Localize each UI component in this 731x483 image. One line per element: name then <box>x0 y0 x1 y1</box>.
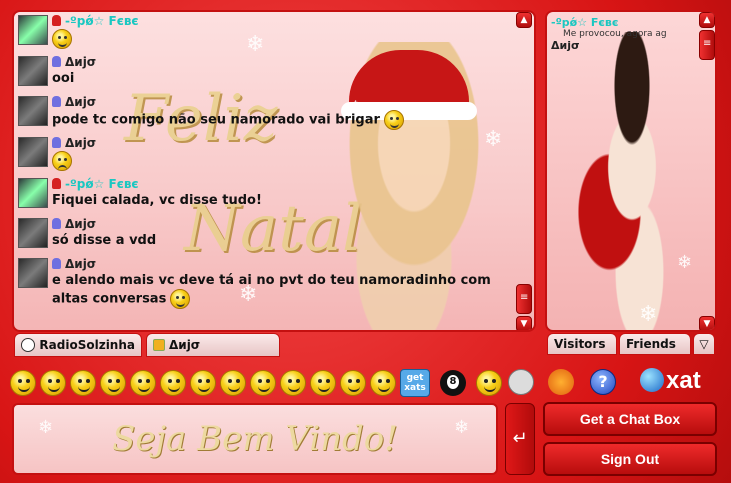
user-list-pane: ❄ ❄ -ºpǿ☆ Fєвє Me provocou, agora ag Δиj… <box>545 10 717 332</box>
help-icon[interactable]: ? <box>590 369 616 395</box>
smiley-icon[interactable] <box>190 370 216 396</box>
avatar[interactable] <box>18 218 48 248</box>
message-username: -ºpǿ☆ Fєвє <box>65 14 139 28</box>
tab-main-chat-label: RadioSolzinha <box>39 338 135 352</box>
user-status-text: Me provocou, agora ag <box>563 29 667 39</box>
message-item: Δиjσ só disse a vdd <box>16 217 516 251</box>
message-item: -ºpǿ☆ Fєвє <box>16 14 516 49</box>
user-status-icon <box>52 137 61 148</box>
avatar[interactable] <box>18 15 48 45</box>
snowflake-icon: ❄ <box>38 417 54 438</box>
get-chat-box-button[interactable]: Get a Chat Box <box>543 402 717 436</box>
user-status-icon <box>52 258 61 269</box>
avatar[interactable] <box>18 178 48 208</box>
avatar[interactable] <box>18 56 48 86</box>
avatar[interactable] <box>18 258 48 288</box>
smiley-icon[interactable] <box>310 370 336 396</box>
user-status-icon <box>52 218 61 229</box>
message-username: Δиjσ <box>65 257 97 271</box>
message-text: ooi <box>52 71 75 86</box>
send-button[interactable]: ↵ <box>505 403 535 475</box>
message-input[interactable]: ❄ ❄ Seja Bem Vindo! <box>12 403 498 475</box>
smiley-icon[interactable] <box>340 370 366 396</box>
message-item: Δиjσ ooi <box>16 55 516 89</box>
user-list-item[interactable]: Δиjσ <box>551 39 711 52</box>
user-status-icon <box>52 15 61 26</box>
welcome-banner-text: Seja Bem Vindo! <box>112 419 398 459</box>
user-name: -ºpǿ☆ Fєвє <box>551 16 619 29</box>
tab-friends[interactable]: Friends <box>619 333 691 355</box>
eight-ball-icon[interactable] <box>440 370 466 396</box>
chat-pane: Feliz Natal ❄ ❄ ❄ ❄ -ºpǿ☆ Fєвє Δиjσ ooi … <box>12 10 536 332</box>
message-item: Δиjσ e alendo mais vc deve tá ai no pvt … <box>16 257 516 309</box>
scrollbar-thumb[interactable] <box>516 284 532 314</box>
user-list-menu-button[interactable]: ▽ <box>693 333 715 355</box>
smiley-icon[interactable] <box>70 370 96 396</box>
sad-smiley-icon <box>52 151 72 171</box>
tab-private-chat[interactable]: Δиjσ <box>146 333 280 357</box>
user-list-scroll-down-button[interactable]: ▼ <box>699 316 715 330</box>
triangle-down-icon: ▽ <box>699 337 709 351</box>
snowflake-icon: ❄ <box>454 417 470 438</box>
user-name: Δиjσ <box>551 39 580 52</box>
smiley-icon[interactable] <box>476 370 502 396</box>
message-username: Δиjσ <box>65 217 97 231</box>
message-username: Δиjσ <box>65 95 97 109</box>
smiley-icon[interactable] <box>280 370 306 396</box>
get-xats-button[interactable]: get xats <box>400 369 430 397</box>
avatar[interactable] <box>18 96 48 126</box>
snowflake-icon: ❄ <box>677 252 693 273</box>
smiley-icon[interactable] <box>100 370 126 396</box>
tab-main-chat[interactable]: RadioSolzinha <box>14 333 142 357</box>
message-username: -ºpǿ☆ Fєвє <box>65 177 139 191</box>
smiley-icon[interactable] <box>130 370 156 396</box>
message-item: Δиjσ pode tc comigo não seu namorado vai… <box>16 95 516 130</box>
user-status-icon <box>52 96 61 107</box>
user-status-icon <box>52 178 61 189</box>
user-status-icon <box>52 56 61 67</box>
smiley-icon[interactable] <box>220 370 246 396</box>
wink-smiley-icon <box>383 110 404 130</box>
message-username: Δиjσ <box>65 55 97 69</box>
tab-visitors-label: Visitors <box>554 337 606 351</box>
user-list-scrollbar-thumb[interactable] <box>699 30 715 60</box>
wink-smiley-icon <box>170 289 191 309</box>
smiley-icon[interactable] <box>40 370 66 396</box>
sign-out-button[interactable]: Sign Out <box>543 442 717 476</box>
message-list: -ºpǿ☆ Fєвє Δиjσ ooi Δиjσ pode tc comigo … <box>16 14 516 315</box>
sound-icon[interactable] <box>508 369 534 395</box>
message-text: pode tc comigo não seu namorado vai brig… <box>52 112 380 128</box>
message-text: altas conversas <box>52 291 167 307</box>
message-item: -ºpǿ☆ Fєвє Fiquei calada, vc disse tudo! <box>16 177 516 211</box>
users-icon[interactable] <box>548 369 574 395</box>
user-list-item[interactable]: -ºpǿ☆ Fєвє Me provocou, agora ag <box>551 16 711 39</box>
smiley-bar: get xats <box>10 366 502 400</box>
message-text: Fiquei calada, vc disse tudo! <box>52 193 262 208</box>
user-list-scroll-up-button[interactable]: ▲ <box>699 12 715 28</box>
chat-bubble-icon <box>21 338 36 352</box>
message-text: e alendo mais vc deve tá ai no pvt do te… <box>52 273 491 288</box>
avatar[interactable] <box>18 137 48 167</box>
lock-icon <box>153 339 165 351</box>
kiss-smiley-icon <box>52 29 72 49</box>
enter-arrow-icon: ↵ <box>512 428 528 449</box>
smiley-icon[interactable] <box>10 370 36 396</box>
xat-globe-icon <box>640 368 664 392</box>
tab-visitors[interactable]: Visitors <box>547 333 617 355</box>
xat-logo[interactable]: xat <box>640 367 701 395</box>
tab-friends-label: Friends <box>626 337 676 351</box>
scroll-up-button[interactable]: ▲ <box>516 12 532 28</box>
smiley-icon[interactable] <box>370 370 396 396</box>
scroll-down-button[interactable]: ▼ <box>516 316 532 330</box>
user-list: -ºpǿ☆ Fєвє Me provocou, agora ag Δиjσ <box>551 16 711 52</box>
message-item: Δиjσ <box>16 136 516 171</box>
message-username: Δиjσ <box>65 136 97 150</box>
smiley-icon[interactable] <box>160 370 186 396</box>
message-text: só disse a vdd <box>52 233 157 248</box>
snowflake-icon: ❄ <box>639 302 658 327</box>
smiley-icon[interactable] <box>250 370 276 396</box>
background-santa-girl-image <box>557 32 707 330</box>
tab-private-chat-label: Δиjσ <box>169 338 201 352</box>
